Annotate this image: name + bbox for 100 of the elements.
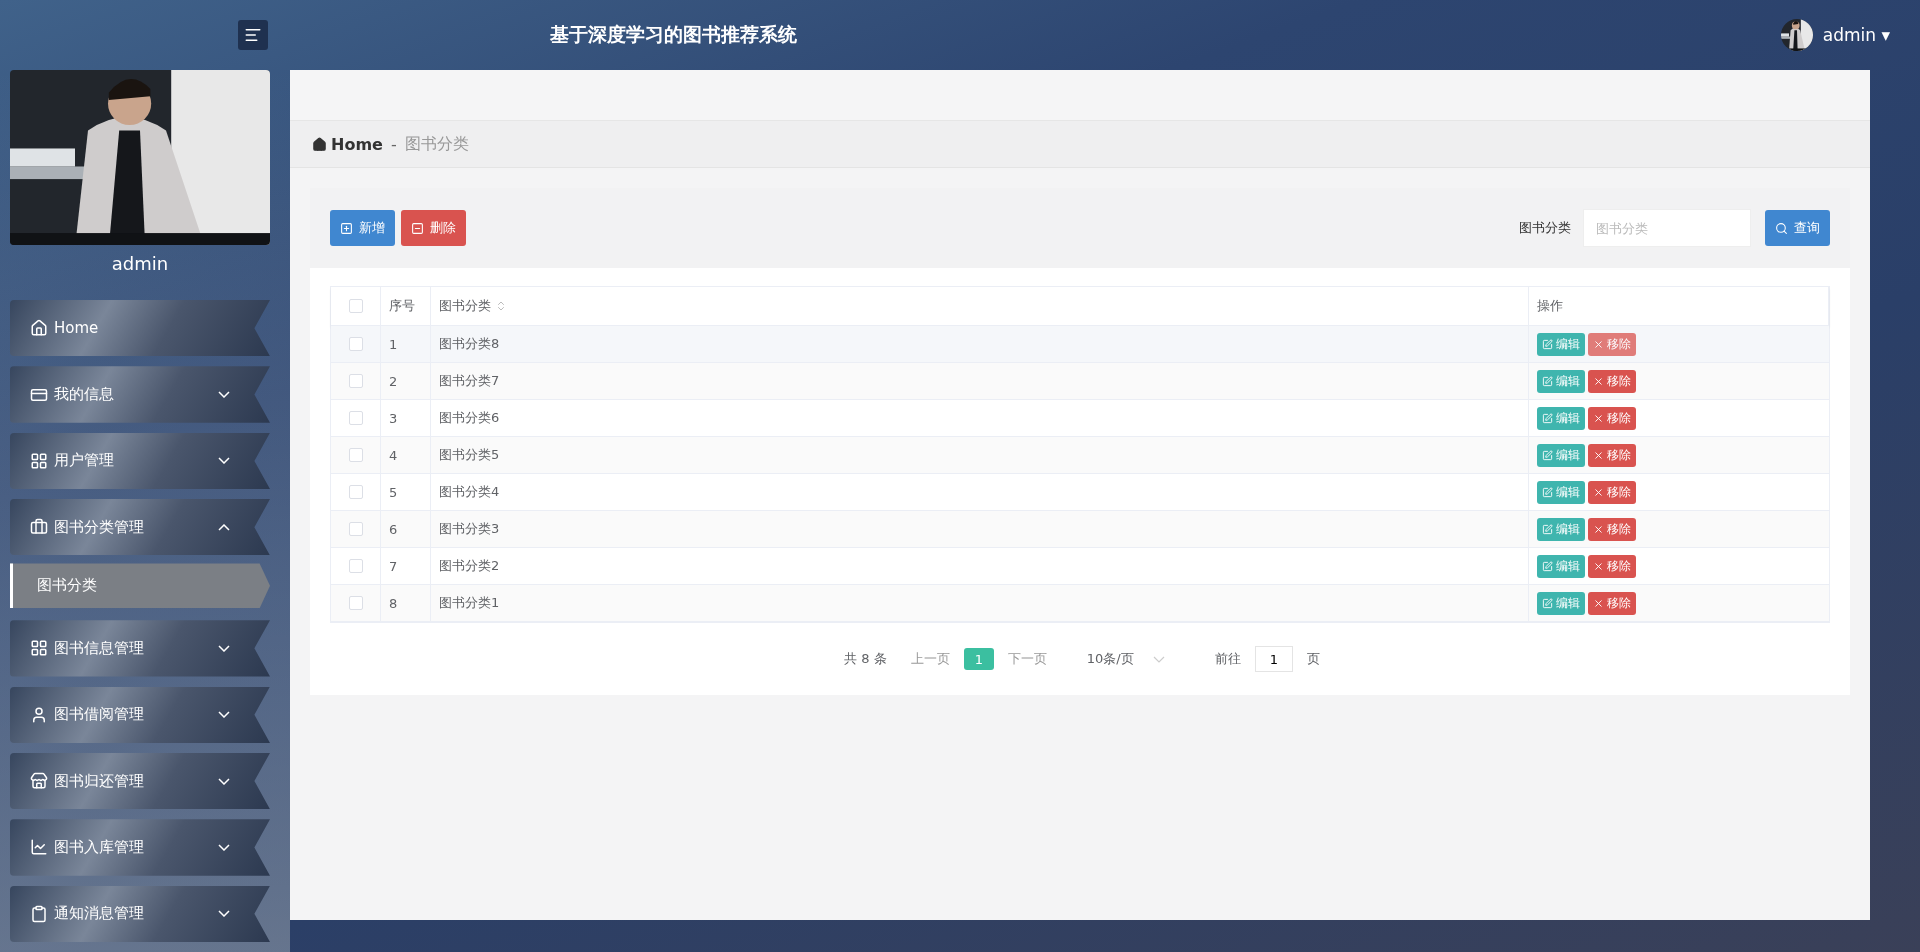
briefcase-icon: [30, 518, 48, 537]
remove-button[interactable]: 移除: [1588, 443, 1636, 467]
table-cell: 6: [381, 511, 431, 547]
table-row[interactable]: 8 图书分类1 编辑 移除: [331, 585, 1829, 622]
table-cell: 5: [381, 474, 431, 510]
edit-icon: [1542, 597, 1553, 609]
column-header: 序号: [381, 287, 431, 325]
search-field[interactable]: 图书分类: [1583, 209, 1751, 247]
table-row[interactable]: 2 图书分类7 编辑 移除: [331, 363, 1829, 400]
table-cell: 图书分类4: [431, 474, 1529, 510]
remove-button[interactable]: 移除: [1588, 332, 1636, 356]
edit-button[interactable]: 编辑: [1537, 554, 1585, 578]
table-row[interactable]: 6 图书分类3 编辑 移除: [331, 511, 1829, 548]
checkbox[interactable]: [348, 337, 363, 351]
app-title: 基于深度学习的图书推荐系统: [550, 22, 797, 47]
home-icon: [30, 319, 48, 338]
table-row[interactable]: 4 图书分类5 编辑 移除: [331, 437, 1829, 474]
edit-icon: [1542, 375, 1553, 387]
sidebar-item[interactable]: 图书借阅管理: [10, 686, 270, 743]
remove-button[interactable]: 移除: [1588, 591, 1636, 615]
chevron-icon: [218, 843, 230, 851]
table-row[interactable]: 7 图书分类2 编辑 移除: [331, 548, 1829, 585]
edit-button[interactable]: 编辑: [1537, 406, 1585, 430]
checkbox[interactable]: [348, 299, 363, 313]
column-header[interactable]: 图书分类: [431, 287, 1529, 325]
remove-button[interactable]: 移除: [1588, 517, 1636, 541]
close-icon: [1593, 375, 1604, 387]
sidebar-item[interactable]: 通知消息管理: [10, 885, 270, 943]
sidebar-item[interactable]: 图书入库管理: [10, 819, 270, 876]
chevron-icon: [218, 777, 230, 785]
checkbox[interactable]: [348, 522, 363, 536]
edit-button[interactable]: 编辑: [1537, 332, 1585, 356]
search-icon: [1775, 221, 1788, 235]
table-cell: 4: [381, 437, 431, 473]
goto-suffix: 页: [1306, 650, 1320, 668]
user-menu[interactable]: admin ▾: [1822, 25, 1890, 45]
sort-icon: [495, 300, 507, 312]
plus-icon: [340, 221, 353, 235]
table-cell: 7: [381, 548, 431, 584]
chart-icon: [30, 838, 48, 857]
chevron-icon: [218, 711, 230, 719]
menu-button[interactable]: [238, 20, 268, 50]
search-label: 图书分类: [1519, 219, 1571, 237]
add-button[interactable]: 新增: [330, 210, 395, 246]
breadcrumb-home[interactable]: Home: [312, 134, 383, 154]
table-cell: 8: [381, 585, 431, 621]
remove-button[interactable]: 移除: [1588, 369, 1636, 393]
table-cell: 图书分类8: [431, 326, 1529, 362]
search-button[interactable]: 查询: [1765, 210, 1830, 246]
checkbox[interactable]: [348, 485, 363, 499]
close-icon: [1593, 560, 1604, 572]
edit-icon: [1542, 560, 1553, 572]
sidebar-item[interactable]: 我的信息: [10, 366, 270, 423]
chevron-icon: [218, 910, 230, 918]
checkbox[interactable]: [348, 411, 363, 425]
checkbox[interactable]: [348, 596, 363, 610]
chevron-icon: [218, 523, 230, 531]
edit-button[interactable]: 编辑: [1537, 443, 1585, 467]
table-cell: 图书分类3: [431, 511, 1529, 547]
grid-icon: [30, 639, 48, 658]
sidebar-item[interactable]: 图书归还管理: [10, 752, 270, 810]
remove-button[interactable]: 移除: [1588, 480, 1636, 504]
close-icon: [1593, 597, 1604, 609]
checkbox[interactable]: [348, 559, 363, 573]
edit-button[interactable]: 编辑: [1537, 480, 1585, 504]
page-size-select[interactable]: 10条/页: [1080, 645, 1171, 673]
goto-field[interactable]: 1: [1254, 646, 1293, 672]
remove-button[interactable]: 移除: [1588, 406, 1636, 430]
edit-icon: [1542, 523, 1553, 535]
table-row[interactable]: 5 图书分类4 编辑 移除: [331, 474, 1829, 511]
edit-button[interactable]: 编辑: [1537, 591, 1585, 615]
grid-icon: [30, 451, 48, 470]
delete-button[interactable]: 删除: [401, 210, 466, 246]
checkbox[interactable]: [348, 374, 363, 388]
sidebar-item[interactable]: Home: [10, 299, 270, 357]
sidebar-item[interactable]: 图书信息管理: [10, 620, 270, 677]
edit-button[interactable]: 编辑: [1537, 517, 1585, 541]
home-icon: [312, 136, 327, 152]
table-row[interactable]: 1 图书分类8 编辑 移除: [331, 326, 1829, 363]
checkbox[interactable]: [348, 448, 363, 462]
breadcrumb-current: 图书分类: [404, 133, 469, 155]
goto-label: 前往: [1214, 650, 1241, 668]
table-cell: 图书分类1: [431, 585, 1529, 621]
edit-button[interactable]: 编辑: [1537, 369, 1585, 393]
profile-name: admin: [110, 252, 170, 274]
minus-icon: [411, 221, 424, 235]
table-cell: 图书分类5: [431, 437, 1529, 473]
close-icon: [1593, 338, 1604, 350]
sidebar-subitem[interactable]: 图书分类: [10, 563, 270, 609]
sidebar-item[interactable]: 用户管理: [10, 432, 270, 490]
clipboard-icon: [30, 904, 48, 923]
person-icon: [30, 705, 48, 724]
page-number[interactable]: 1: [963, 648, 994, 670]
edit-icon: [1542, 338, 1553, 350]
table-cell: 图书分类7: [431, 363, 1529, 399]
edit-icon: [1542, 412, 1553, 424]
remove-button[interactable]: 移除: [1588, 554, 1636, 578]
close-icon: [1593, 449, 1604, 461]
table-row[interactable]: 3 图书分类6 编辑 移除: [331, 400, 1829, 437]
sidebar-item[interactable]: 图书分类管理: [10, 499, 270, 556]
